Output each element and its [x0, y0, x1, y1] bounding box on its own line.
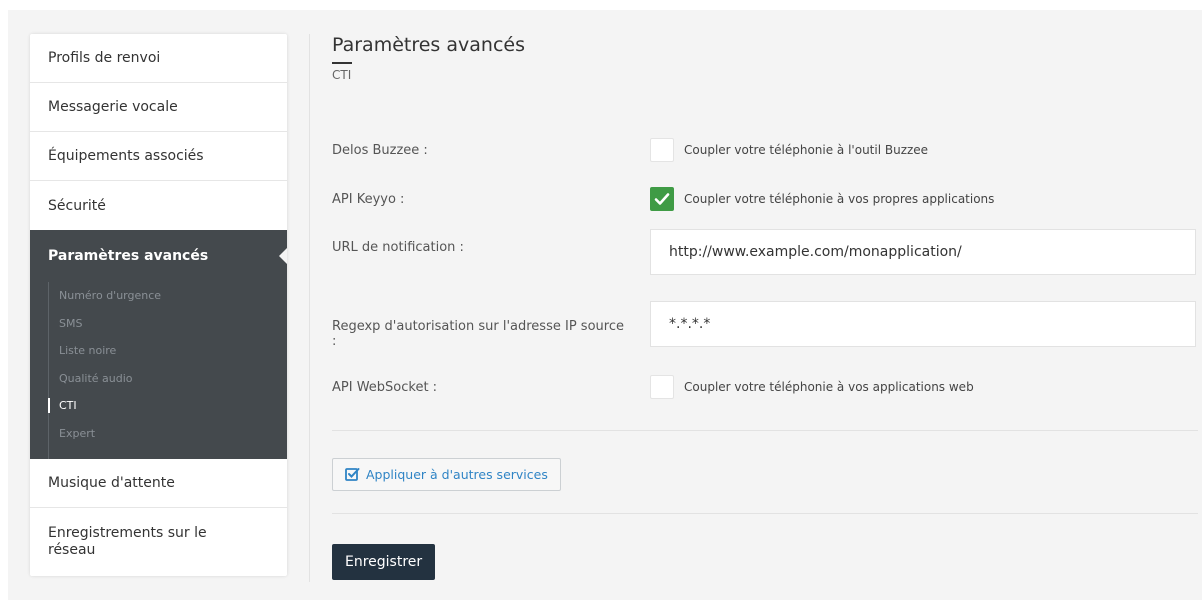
field-row-api-keyyo: API Keyyo : Coupler votre téléphonie à v… [332, 187, 994, 211]
field-row-regexp: Regexp d'autorisation sur l'adresse IP s… [332, 299, 1196, 349]
page-background: Profils de renvoi Messagerie vocale Équi… [8, 10, 1202, 600]
api-websocket-checkbox[interactable] [650, 375, 674, 399]
checkbox-label[interactable]: Coupler votre téléphonie à l'outil Buzze… [684, 143, 928, 157]
regexp-ip-input[interactable] [650, 301, 1196, 347]
checkmark-icon [654, 193, 670, 205]
sidebar-item-label: Enregistrements sur le réseau [48, 525, 207, 558]
sidebar-subitem-cti[interactable]: CTI [48, 392, 287, 420]
sidebar-item-musique-attente[interactable]: Musique d'attente [30, 459, 287, 508]
settings-panel: Paramètres avancés CTI Delos Buzzee : Co… [332, 34, 1198, 580]
sidebar-nav: Profils de renvoi Messagerie vocale Équi… [30, 34, 287, 576]
sidebar-item-label: Musique d'attente [48, 475, 175, 491]
subitem-label: SMS [59, 316, 83, 330]
section-divider [332, 430, 1198, 431]
title-underline [332, 62, 352, 64]
field-row-url-notification: URL de notification : [332, 229, 1196, 275]
field-label: API Keyyo : [332, 191, 405, 207]
sidebar-subitem-expert[interactable]: Expert [49, 420, 287, 448]
sidebar-item-label: Profils de renvoi [48, 50, 161, 66]
checkbox-label[interactable]: Coupler votre téléphonie à vos applicati… [684, 380, 974, 394]
sidebar-item-label: Messagerie vocale [48, 99, 178, 115]
page-subtitle: CTI [332, 68, 352, 82]
delos-buzzee-checkbox[interactable] [650, 138, 674, 162]
page-title: Paramètres avancés [332, 34, 525, 56]
sidebar-item-label: Sécurité [48, 197, 106, 214]
apply-to-other-services-button[interactable]: Appliquer à d'autres services [332, 458, 561, 491]
sidebar-sub-list: Numéro d'urgence SMS Liste noire Qualité… [48, 282, 287, 459]
vertical-divider [309, 34, 310, 582]
sidebar-item-messagerie-vocale[interactable]: Messagerie vocale [30, 83, 287, 132]
checkbox-edit-icon [345, 468, 360, 481]
sidebar-subitem-liste-noire[interactable]: Liste noire [49, 337, 287, 365]
save-button-label: Enregistrer [345, 554, 423, 570]
active-caret-icon [279, 248, 287, 264]
sidebar-item-profils-de-renvoi[interactable]: Profils de renvoi [30, 34, 287, 83]
subitem-label: Liste noire [59, 344, 117, 358]
field-label: URL de notification : [332, 239, 464, 255]
subitem-label: Qualité audio [59, 371, 133, 385]
sidebar-item-equipements-associes[interactable]: Équipements associés [30, 132, 287, 181]
subitem-label: CTI [59, 399, 77, 413]
sidebar-section-parametres-avances: Paramètres avancés Numéro d'urgence SMS … [30, 230, 287, 459]
sidebar-item-label: Paramètres avancés [48, 248, 209, 264]
url-notification-input[interactable] [650, 229, 1196, 275]
field-row-api-websocket: API WebSocket : Coupler votre téléphonie… [332, 375, 974, 399]
field-label: API WebSocket : [332, 379, 438, 395]
section-divider [332, 513, 1198, 514]
checkbox-label[interactable]: Coupler votre téléphonie à vos propres a… [684, 192, 994, 206]
sidebar-item-securite[interactable]: Sécurité [30, 181, 287, 230]
subitem-label: Expert [59, 426, 96, 440]
field-label: Delos Buzzee : [332, 142, 428, 158]
save-button[interactable]: Enregistrer [332, 544, 436, 580]
sidebar-subitem-numero-urgence[interactable]: Numéro d'urgence [49, 282, 287, 310]
subitem-label: Numéro d'urgence [59, 289, 162, 303]
sidebar-item-enregistrements-reseau[interactable]: Enregistrements sur le réseau [30, 508, 287, 576]
sidebar-subitem-sms[interactable]: SMS [49, 310, 287, 338]
apply-button-label: Appliquer à d'autres services [366, 467, 548, 482]
sidebar-item-parametres-avances[interactable]: Paramètres avancés [30, 230, 287, 282]
api-keyyo-checkbox[interactable] [650, 187, 674, 211]
field-row-delos-buzzee: Delos Buzzee : Coupler votre téléphonie … [332, 138, 928, 162]
sidebar-item-label: Équipements associés [48, 148, 204, 164]
field-label: Regexp d'autorisation sur l'adresse IP s… [332, 319, 624, 349]
sidebar-subitem-qualite-audio[interactable]: Qualité audio [49, 365, 287, 393]
